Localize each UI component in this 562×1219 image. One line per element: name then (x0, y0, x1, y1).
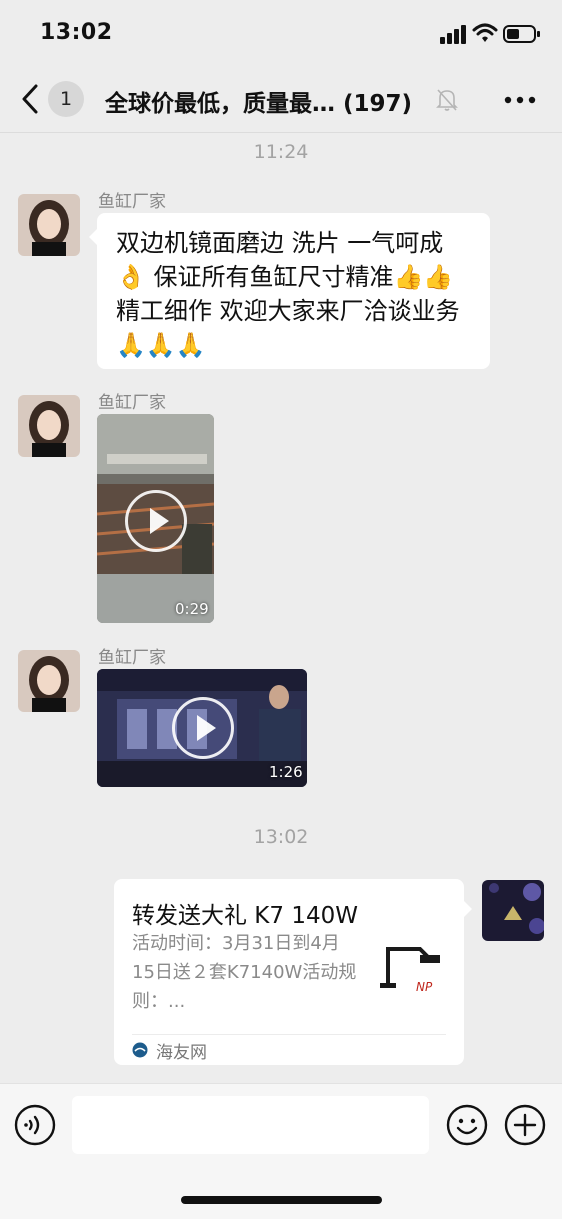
wifi-icon (472, 23, 498, 42)
video-message[interactable]: 1:26 (97, 669, 307, 787)
text-message-bubble[interactable]: 双边机镜面磨边 洗片 一气呵成👌 保证所有鱼缸尺寸精准👍👍 精工细作 欢迎大家来… (89, 213, 490, 369)
battery-icon (503, 25, 540, 43)
sender-name: 鱼缸厂家 (98, 393, 166, 413)
unread-count-badge[interactable]: 1 (48, 81, 84, 117)
link-card-source: 海友网 (156, 1043, 207, 1063)
svg-text:NP: NP (416, 980, 433, 994)
play-icon[interactable] (125, 490, 187, 552)
video-message[interactable]: 0:29 (97, 414, 214, 623)
chat-title: 全球价最低，质量最… (197) (105, 91, 413, 117)
avatar-image (482, 880, 544, 941)
sender-avatar[interactable] (18, 194, 80, 256)
link-card-message[interactable]: 转发送大礼 K7 140W 活动时间：3月31日到4月15日送２套K7140W活… (114, 879, 472, 1065)
emoji-icon[interactable] (446, 1104, 488, 1146)
video-duration: 0:29 (175, 600, 209, 618)
sender-avatar[interactable] (18, 395, 80, 457)
status-bar: 13:02 (0, 0, 562, 66)
source-logo-icon (132, 1042, 148, 1058)
sender-name: 鱼缸厂家 (98, 648, 166, 668)
chevron-left-icon[interactable] (18, 82, 42, 116)
sender-avatar[interactable] (18, 650, 80, 712)
play-icon[interactable] (172, 697, 234, 759)
more-icon[interactable] (504, 96, 536, 104)
message-timestamp: 11:24 (253, 141, 309, 163)
sender-name: 鱼缸厂家 (98, 192, 166, 212)
cellular-signal-icon (440, 25, 466, 44)
video-duration: 1:26 (269, 763, 303, 781)
home-indicator (181, 1196, 382, 1204)
message-timestamp: 13:02 (253, 826, 309, 848)
avatar-image (18, 395, 80, 457)
link-card-divider (132, 1034, 446, 1035)
link-card-title: 转发送大礼 K7 140W (132, 903, 358, 929)
chat-header: 1 全球价最低，质量最… (197) (0, 66, 562, 133)
avatar-image (18, 194, 80, 256)
link-card-thumbnail: NP (376, 937, 450, 1011)
plus-icon[interactable] (504, 1104, 546, 1146)
mute-bell-icon (436, 89, 458, 111)
message-input[interactable] (72, 1096, 429, 1154)
voice-icon[interactable] (14, 1104, 56, 1146)
own-avatar[interactable] (482, 880, 544, 941)
avatar-image (18, 650, 80, 712)
status-time: 13:02 (40, 20, 113, 45)
link-card-description: 活动时间：3月31日到4月15日送２套K7140W活动规则：... (132, 933, 357, 1012)
